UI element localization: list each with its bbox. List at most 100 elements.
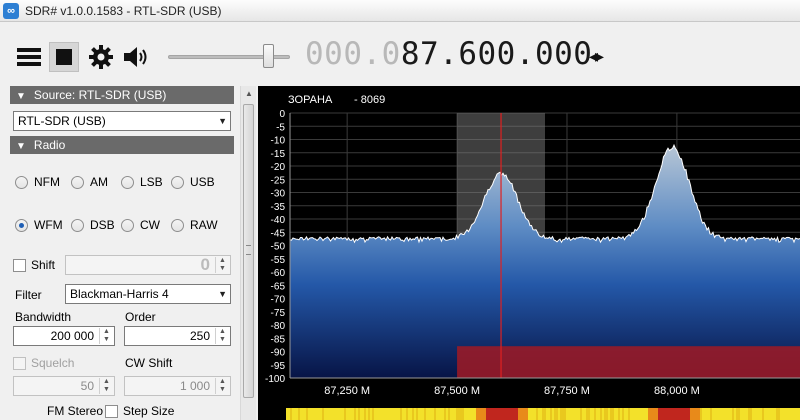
waterfall-cell (304, 408, 306, 420)
grip-icon (246, 245, 251, 255)
waterfall-cell (650, 408, 652, 420)
waterfall-cell (506, 408, 508, 420)
waterfall-cell (380, 408, 382, 420)
waterfall-cell (374, 408, 376, 420)
mode-radio-wfm[interactable]: WFM (15, 218, 63, 232)
waterfall-cell (524, 408, 526, 420)
hamburger-menu-icon[interactable] (14, 42, 44, 72)
waterfall-cell (654, 408, 656, 420)
scroll-up-icon[interactable]: ▲ (241, 86, 257, 102)
waterfall-cell (452, 408, 454, 420)
waterfall-cell (294, 408, 296, 420)
waterfall-cell (544, 408, 546, 420)
waterfall-cell (562, 408, 564, 420)
waterfall-cell (554, 408, 556, 420)
source-device-select[interactable]: RTL-SDR (USB) ▼ (13, 111, 231, 131)
mode-radio-nfm[interactable]: NFM (15, 175, 60, 189)
waterfall-cell (516, 408, 518, 420)
x-tick-label: 88,000 M (654, 385, 700, 397)
gear-icon[interactable] (86, 42, 116, 72)
waterfall-cell (484, 408, 486, 420)
waterfall-cell (768, 408, 770, 420)
squelch-checkbox[interactable]: Squelch (13, 356, 74, 370)
spin-arrows-icon[interactable]: ▲ ▼ (215, 378, 229, 394)
waterfall-cell (504, 408, 506, 420)
waterfall-cell (764, 408, 766, 420)
waterfall-cell (738, 408, 740, 420)
waterfall-cell (580, 408, 582, 420)
waterfall-cell (634, 408, 636, 420)
spectrum-chart[interactable]: 0 -5 -10 -15 -20 -25 -30 -35 -40 -45 -50 -55 -60 -65 -… (258, 86, 800, 408)
waterfall-cell (774, 408, 776, 420)
waterfall-cell (652, 408, 654, 420)
waterfall-cell (680, 408, 682, 420)
waterfall-cell (612, 408, 614, 420)
waterfall-display[interactable] (258, 408, 800, 420)
shift-checkbox[interactable]: Shift (13, 258, 55, 272)
mode-radio-cw[interactable]: CW (121, 218, 160, 232)
waterfall-cell (548, 408, 550, 420)
shift-input[interactable]: 0 ▲ ▼ (65, 255, 231, 275)
waterfall-cell (678, 408, 680, 420)
cw-shift-input[interactable]: 1 000 ▲ ▼ (124, 376, 231, 396)
mode-radio-dsb[interactable]: DSB (71, 218, 115, 232)
stop-button[interactable] (49, 42, 79, 72)
order-input[interactable]: 250 ▲ ▼ (124, 326, 231, 346)
waterfall-cell (314, 408, 316, 420)
frequency-display[interactable]: 000.087.600.000 (305, 36, 592, 72)
mode-radio-raw[interactable]: RAW (171, 218, 218, 232)
waterfall-cell (300, 408, 302, 420)
chevron-down-icon: ▼ (218, 289, 227, 299)
waterfall-cell (392, 408, 394, 420)
waterfall-cell (382, 408, 384, 420)
waterfall-cell (598, 408, 600, 420)
waterfall-cell (616, 408, 618, 420)
volume-slider-thumb[interactable] (263, 44, 274, 68)
waterfall-cell (644, 408, 646, 420)
waterfall-cell (706, 408, 708, 420)
waterfall-cell (704, 408, 706, 420)
waterfall-cell (520, 408, 522, 420)
tune-arrows-icon[interactable]: ◂▸ (589, 46, 604, 67)
fm-stereo-checkbox[interactable]: Step Size (105, 404, 174, 418)
waterfall-cell (474, 408, 476, 420)
panel-scrollbar[interactable]: ▲ (240, 86, 256, 420)
y-tick-label: -40 (271, 215, 286, 226)
waterfall-cell (608, 408, 610, 420)
radio-section-header[interactable]: ▼ Radio (10, 136, 234, 154)
spin-arrows-icon[interactable]: ▲ ▼ (215, 257, 229, 273)
mode-radio-usb[interactable]: USB (171, 175, 215, 189)
waterfall-cell (628, 408, 630, 420)
waterfall-cell (360, 408, 362, 420)
speaker-icon[interactable] (121, 42, 151, 72)
spin-arrows-icon[interactable]: ▲ ▼ (215, 328, 229, 344)
waterfall-cell (626, 408, 628, 420)
spin-arrows-icon[interactable]: ▲ ▼ (99, 378, 113, 394)
filter-select[interactable]: Blackman-Harris 4 ▼ (65, 284, 231, 304)
order-label: Order (125, 310, 156, 324)
waterfall-cell (378, 408, 380, 420)
waterfall-cell (600, 408, 602, 420)
waterfall-cell (596, 408, 598, 420)
spectrum-analyzer[interactable]: 0 -5 -10 -15 -20 -25 -30 -35 -40 -45 -50 -55 -60 -65 -… (258, 86, 800, 408)
scrollbar-thumb[interactable] (243, 104, 254, 398)
waterfall-cell (296, 408, 298, 420)
squelch-input[interactable]: 50 ▲ ▼ (13, 376, 115, 396)
waterfall-cell (782, 408, 784, 420)
waterfall-cell (694, 408, 696, 420)
mode-radio-am[interactable]: AM (71, 175, 108, 189)
sdrsharp-logo-icon: ∞ (3, 2, 19, 19)
source-section-header[interactable]: ▼ Source: RTL-SDR (USB) (10, 86, 234, 104)
waterfall-cell (502, 408, 504, 420)
waterfall-cell (514, 408, 516, 420)
waterfall-cell (658, 408, 660, 420)
waterfall-cell (676, 408, 678, 420)
waterfall-cell (688, 408, 690, 420)
waterfall-cell (286, 408, 288, 420)
spin-arrows-icon[interactable]: ▲ ▼ (99, 328, 113, 344)
waterfall-cell (760, 408, 762, 420)
waterfall-cell (462, 408, 464, 420)
mode-radio-lsb[interactable]: LSB (121, 175, 163, 189)
bandwidth-input[interactable]: 200 000 ▲ ▼ (13, 326, 115, 346)
waterfall-cell (384, 408, 386, 420)
